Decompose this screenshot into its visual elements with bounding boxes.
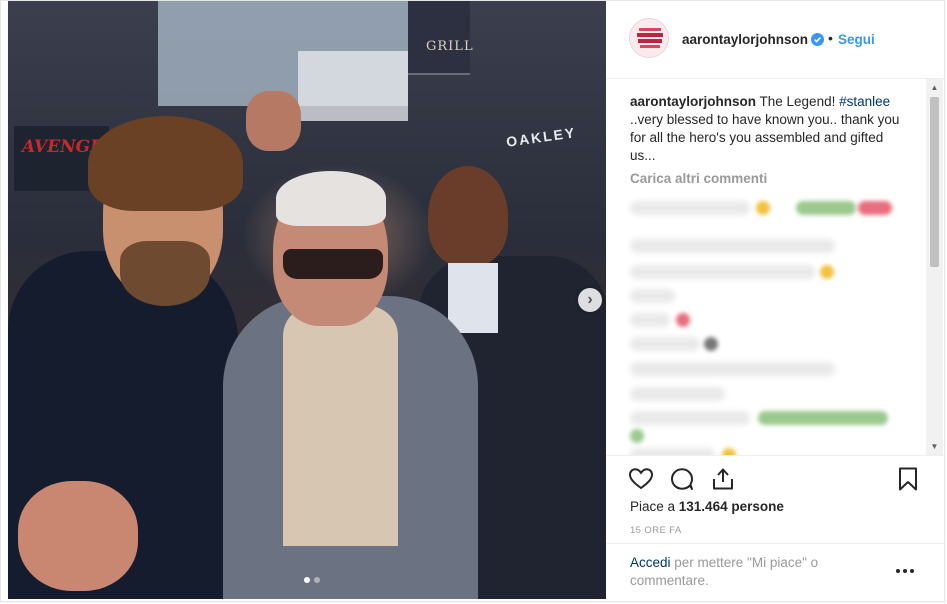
caption-username[interactable]: aarontaylorjohnson (630, 94, 756, 109)
post-header: aarontaylorjohnson • Segui (606, 1, 945, 79)
oakley-sign-text: OAKLEY (505, 124, 578, 150)
blurred-emoji (820, 265, 834, 279)
likes-suffix[interactable]: persone (728, 499, 784, 514)
post-side-panel: aarontaylorjohnson • Segui aarontaylorjo… (606, 1, 945, 601)
carousel-dot (314, 577, 320, 583)
save-bookmark-icon[interactable] (895, 466, 921, 492)
blurred-comment (630, 387, 725, 401)
blurred-comment (630, 265, 815, 279)
caption-hashtag[interactable]: #stanlee (839, 94, 890, 109)
blurred-comment (630, 239, 835, 253)
blurred-comment (630, 448, 715, 455)
login-prompt: Accedi per mettere "Mi piace" o commenta… (606, 543, 945, 601)
comment-bubble-icon[interactable] (669, 466, 695, 492)
scroll-down-arrow-icon[interactable]: ▼ (926, 438, 943, 455)
likes-number[interactable]: 131.464 (679, 499, 728, 514)
post-actions (606, 455, 945, 503)
like-heart-icon[interactable] (628, 466, 654, 492)
scroll-thumb[interactable] (930, 97, 939, 267)
share-icon[interactable] (710, 466, 736, 492)
blurred-emoji (756, 201, 770, 215)
background-building (298, 51, 408, 121)
blurred-emoji (858, 201, 892, 215)
person-left-hand (18, 481, 138, 591)
blurred-emoji (704, 337, 718, 351)
login-link[interactable]: Accedi (630, 555, 671, 570)
person-center-shirt (283, 306, 398, 546)
post-author-username[interactable]: aarontaylorjohnson (682, 32, 808, 47)
blurred-emoji (630, 429, 644, 443)
post-caption: aarontaylorjohnson The Legend! #stanlee … (630, 93, 905, 165)
avatar-image (630, 19, 668, 57)
carousel-dot-active (304, 577, 310, 583)
instagram-post: GRILL AVENGERS OAKLEY › aarontaylorjohns… (0, 0, 945, 602)
person-left-hair (88, 116, 243, 211)
blurred-comment (630, 337, 700, 351)
header-separator: • (828, 30, 833, 46)
carousel-next-button[interactable]: › (578, 288, 602, 312)
blurred-comment (630, 362, 835, 376)
avatar[interactable] (629, 18, 669, 58)
more-options-icon[interactable] (896, 564, 918, 578)
scroll-up-arrow-icon[interactable]: ▲ (926, 79, 943, 96)
blurred-comment (630, 411, 750, 425)
load-more-comments-button[interactable]: Carica altri commenti (630, 171, 767, 186)
verified-badge-icon (811, 33, 824, 46)
person-center-raised-fist (246, 91, 301, 151)
caption-text-after: ..very blessed to have known you.. thank… (630, 112, 900, 163)
grill-sign-text: GRILL (426, 39, 474, 54)
likes-prefix: Piace a (630, 499, 679, 514)
blurred-emoji (676, 313, 690, 327)
person-center-sunglasses (283, 249, 383, 279)
person-center-hair (276, 171, 386, 226)
caption-text-before: The Legend! (756, 94, 840, 109)
post-photo[interactable]: GRILL AVENGERS OAKLEY › (8, 1, 606, 599)
blurred-emoji (796, 201, 856, 215)
follow-button[interactable]: Segui (838, 32, 875, 47)
person-right-shirt (448, 263, 498, 333)
grill-sign (408, 1, 470, 75)
post-timestamp[interactable]: 15 ORE FA (630, 525, 682, 536)
likes-count: Piace a 131.464 persone (630, 499, 784, 514)
comments-section: aarontaylorjohnson The Legend! #stanlee … (606, 79, 945, 455)
comments-scrollbar[interactable]: ▲ ▼ (926, 79, 943, 455)
blurred-comment (630, 313, 670, 327)
blurred-emoji (722, 448, 736, 455)
login-prompt-text: Accedi per mettere "Mi piace" o commenta… (630, 554, 850, 590)
person-left-beard (120, 241, 210, 306)
blurred-comment (630, 289, 675, 303)
blurred-emoji (758, 411, 888, 425)
carousel-dots (304, 577, 320, 583)
blurred-comment (630, 201, 750, 215)
person-right-head (428, 166, 508, 266)
